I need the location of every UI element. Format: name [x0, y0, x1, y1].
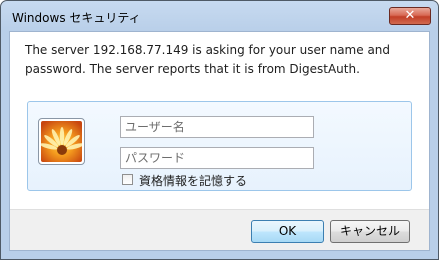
password-field[interactable]: パスワード: [120, 147, 314, 169]
password-placeholder: パスワード: [125, 151, 186, 165]
ok-button[interactable]: OK: [251, 220, 324, 243]
username-placeholder: ユーザー名: [125, 120, 185, 134]
title-bar[interactable]: Windows セキュリティ ✕: [1, 1, 438, 32]
dialog-body: The server 192.168.77.149 is asking for …: [9, 31, 430, 251]
credential-panel: ユーザー名 パスワード 資格情報を記憶する: [27, 101, 412, 191]
button-bar: OK キャンセル: [10, 210, 429, 250]
username-field[interactable]: ユーザー名: [120, 116, 314, 138]
close-button[interactable]: ✕: [389, 7, 431, 25]
cancel-button[interactable]: キャンセル: [330, 220, 410, 243]
security-dialog: Windows セキュリティ ✕ The server 192.168.77.1…: [0, 0, 439, 260]
remember-credentials-label[interactable]: 資格情報を記憶する: [139, 172, 247, 189]
window-title: Windows セキュリティ: [12, 11, 141, 25]
close-icon: ✕: [404, 8, 416, 23]
user-flower-avatar-icon: [38, 118, 85, 165]
remember-credentials-checkbox[interactable]: [122, 174, 133, 185]
auth-message: The server 192.168.77.149 is asking for …: [25, 43, 391, 76]
